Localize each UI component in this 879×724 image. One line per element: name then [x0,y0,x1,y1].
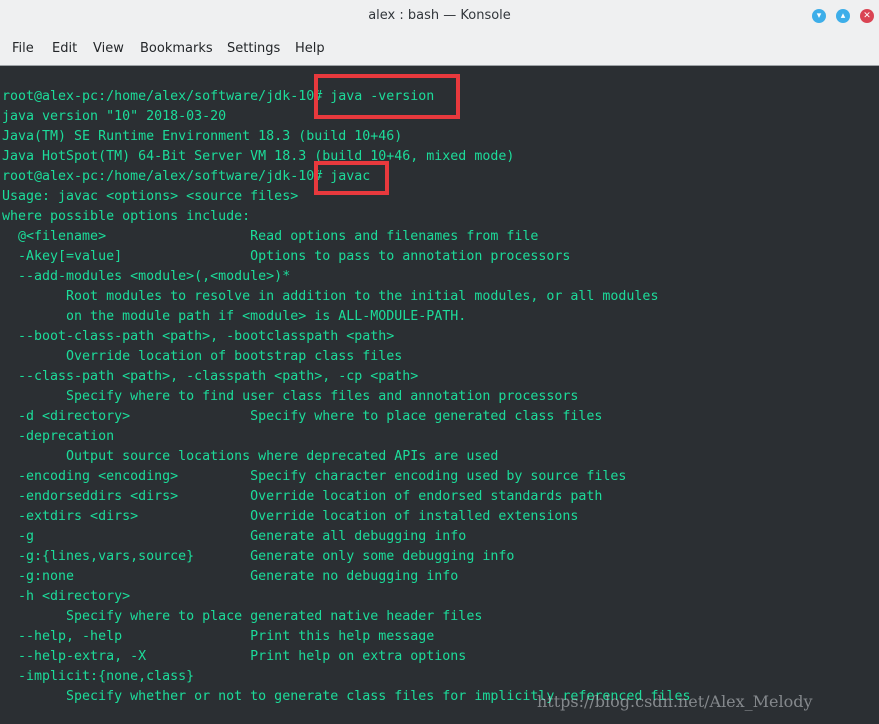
terminal-line: @<filename> Read options and filenames f… [2,229,539,244]
terminal-line: java version "10" 2018-03-20 [2,109,227,124]
terminal-line: where possible options include: [2,209,251,224]
terminal-line: Root modules to resolve in addition to t… [2,289,659,304]
terminal-line: Specify where to place generated native … [2,609,483,624]
terminal-line: Output source locations where deprecated… [2,449,499,464]
terminal-line: Specify where to find user class files a… [2,389,579,404]
menu-edit[interactable]: Edit [52,41,77,56]
terminal-line: --boot-class-path <path>, -bootclasspath… [2,329,395,344]
menu-settings[interactable]: Settings [227,41,280,56]
terminal-line: root@alex-pc:/home/alex/software/jdk-10#… [2,169,371,184]
minimize-button[interactable]: ▾ [812,9,826,23]
terminal-area[interactable]: root@alex-pc:/home/alex/software/jdk-10#… [0,66,879,724]
terminal-line: Java(TM) SE Runtime Environment 18.3 (bu… [2,129,403,144]
terminal-line: -d <directory> Specify where to place ge… [2,409,603,424]
terminal-line: on the module path if <module> is ALL-MO… [2,309,467,324]
terminal-line: -g:none Generate no debugging info [2,569,459,584]
menu-bar: File Edit View Bookmarks Settings Help [0,33,879,65]
menu-view[interactable]: View [93,41,124,56]
terminal-line: -g Generate all debugging info [2,529,467,544]
title-bar[interactable]: alex : bash — Konsole ▾ ▴ ✕ [0,0,879,33]
terminal-line: Usage: javac <options> <source files> [2,189,299,204]
terminal-line: Override location of bootstrap class fil… [2,349,403,364]
terminal-line: -deprecation [2,429,115,444]
terminal-line: --class-path <path>, -classpath <path>, … [2,369,419,384]
watermark-text: https://blog.csdn.net/Alex_Melody [537,692,813,711]
terminal-line: -endorseddirs <dirs> Override location o… [2,489,603,504]
menu-help[interactable]: Help [295,41,325,56]
menu-file[interactable]: File [12,41,34,56]
terminal-line: -encoding <encoding> Specify character e… [2,469,627,484]
terminal-line: Java HotSpot(TM) 64-Bit Server VM 18.3 (… [2,149,515,164]
terminal-line: -g:{lines,vars,source} Generate only som… [2,549,515,564]
close-button[interactable]: ✕ [860,9,874,23]
maximize-button[interactable]: ▴ [836,9,850,23]
terminal-line: -extdirs <dirs> Override location of ins… [2,509,579,524]
konsole-window: alex : bash — Konsole ▾ ▴ ✕ File Edit Vi… [0,0,879,724]
window-title: alex : bash — Konsole [368,8,511,23]
terminal-line: --help-extra, -X Print help on extra opt… [2,649,467,664]
terminal-line: -Akey[=value] Options to pass to annotat… [2,249,571,264]
menu-bookmarks[interactable]: Bookmarks [140,41,213,56]
terminal-line: --help, -help Print this help message [2,629,435,644]
terminal-line: --add-modules <module>(,<module>)* [2,269,291,284]
terminal-line: -h <directory> [2,589,131,604]
terminal-line: -implicit:{none,class} [2,669,195,684]
terminal-line: root@alex-pc:/home/alex/software/jdk-10#… [2,89,435,104]
